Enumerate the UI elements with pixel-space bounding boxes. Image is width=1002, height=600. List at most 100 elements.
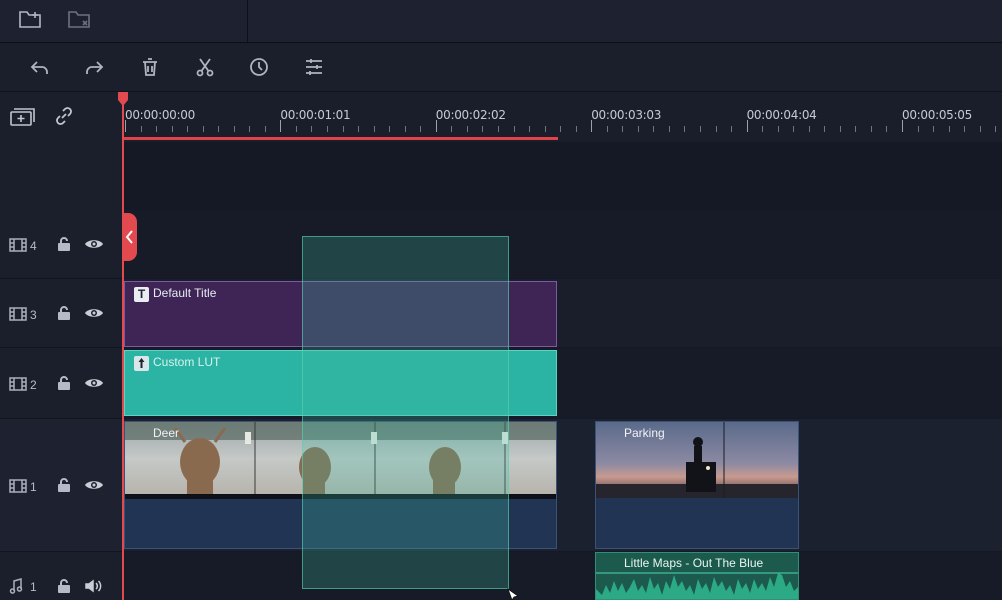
video-track-icon [9,479,27,493]
mouse-cursor [507,588,519,600]
ruler-minor-tick [653,126,655,132]
cut-icon [196,58,214,77]
ruler-minor-tick [870,126,872,132]
ruler-minor-tick [606,126,608,132]
ruler-minor-tick [156,126,158,132]
delete-button[interactable] [138,55,162,79]
divider [247,0,248,42]
link-icon [56,107,72,125]
add-folder-button[interactable] [18,8,44,30]
time-ruler[interactable]: 00:00:00:00 00:00:01:01 00:00:02:02 00:00:0… [123,92,1002,142]
speaker-icon[interactable] [84,579,104,593]
ruler-minor-tick [358,126,360,132]
undo-button[interactable] [28,55,52,79]
title-badge: T [134,287,149,302]
ruler-minor-tick [715,126,717,132]
clip-label: Parking [624,426,665,440]
ruler-minor-tick [140,126,142,132]
ruler-minor-tick [917,126,919,132]
ruler-minor-tick [544,126,546,132]
ruler-minor-tick [855,126,857,132]
adjust-button[interactable] [302,55,326,79]
cut-button[interactable] [193,55,217,79]
ruler-timecode: 00:00:01:01 [280,108,351,122]
ruler-minor-tick [684,126,686,132]
track-header-video-1: 1 [0,419,123,552]
ruler-minor-tick [637,126,639,132]
lock-icon[interactable] [57,478,71,493]
ruler-major-tick [591,120,593,132]
ruler-minor-tick [560,126,562,132]
selection-box[interactable] [302,236,509,589]
video-track-icon [9,307,27,321]
folder-bar [0,0,1002,43]
lane-video-4 [123,210,1002,278]
ruler-minor-tick [964,126,966,132]
ruler-minor-tick [979,126,981,132]
ruler-minor-tick [529,126,531,132]
playhead-handle[interactable] [118,92,128,106]
ruler-major-tick [280,120,282,132]
eye-icon[interactable] [84,306,104,320]
eye-icon[interactable] [84,376,104,390]
ruler-timecode: 00:00:03:03 [591,108,662,122]
track-number: 2 [30,378,37,392]
lock-icon[interactable] [57,306,71,321]
lock-icon[interactable] [57,579,71,594]
lock-icon[interactable] [57,237,71,252]
ruler-minor-tick [886,126,888,132]
ruler-minor-tick [839,126,841,132]
delete-folder-icon [68,11,90,28]
ruler-minor-tick [327,126,329,132]
ruler-minor-tick [233,126,235,132]
track-number: 3 [30,308,37,322]
add-folder-icon [19,11,41,28]
ruler-minor-tick [264,126,266,132]
adjust-icon [306,59,322,75]
delete-folder-button[interactable] [67,8,93,30]
ruler-major-tick [435,120,437,132]
track-number: 4 [30,239,37,253]
link-button[interactable] [53,105,75,127]
ruler-minor-tick [513,126,515,132]
ruler-minor-tick [218,126,220,132]
ruler-major-tick [125,120,126,132]
video-track-icon [9,238,27,252]
split-marker[interactable] [123,213,137,261]
ruler-minor-tick [482,126,484,132]
ruler-minor-tick [420,126,422,132]
ruler-minor-tick [342,126,344,132]
lut-badge-icon [134,356,149,371]
work-area-range[interactable] [124,137,558,140]
ruler-minor-tick [777,126,779,132]
ruler-minor-tick [668,126,670,132]
lock-icon[interactable] [57,376,71,391]
parking-clip[interactable]: Parking [595,421,799,549]
eye-icon[interactable] [84,237,104,251]
ruler-minor-tick [824,126,826,132]
ruler-minor-tick [466,126,468,132]
duration-icon [250,58,268,76]
ruler-minor-tick [808,126,810,132]
ruler-major-tick [746,120,748,132]
undo-icon [30,61,48,74]
ruler-minor-tick [995,126,997,132]
ruler-minor-tick [699,126,701,132]
ruler-minor-tick [171,126,173,132]
delete-icon [143,58,157,76]
playhead[interactable] [122,92,124,600]
duration-button[interactable] [247,55,271,79]
ruler-timecode: 00:00:05:05 [902,108,972,122]
track-header-video-4: 4 [0,210,123,279]
audio-waveform [596,567,798,599]
add-track-button[interactable] [9,107,35,127]
ruler-minor-tick [451,126,453,132]
music-clip[interactable]: Little Maps - Out The Blue [595,552,799,600]
ruler-minor-tick [731,126,733,132]
track-header-audio-1: 1 [0,552,123,600]
clip-label: Deer [153,426,180,440]
redo-button[interactable] [82,55,106,79]
track-number: 1 [30,580,37,594]
clip-label: Custom LUT [153,355,221,369]
eye-icon[interactable] [84,478,104,492]
